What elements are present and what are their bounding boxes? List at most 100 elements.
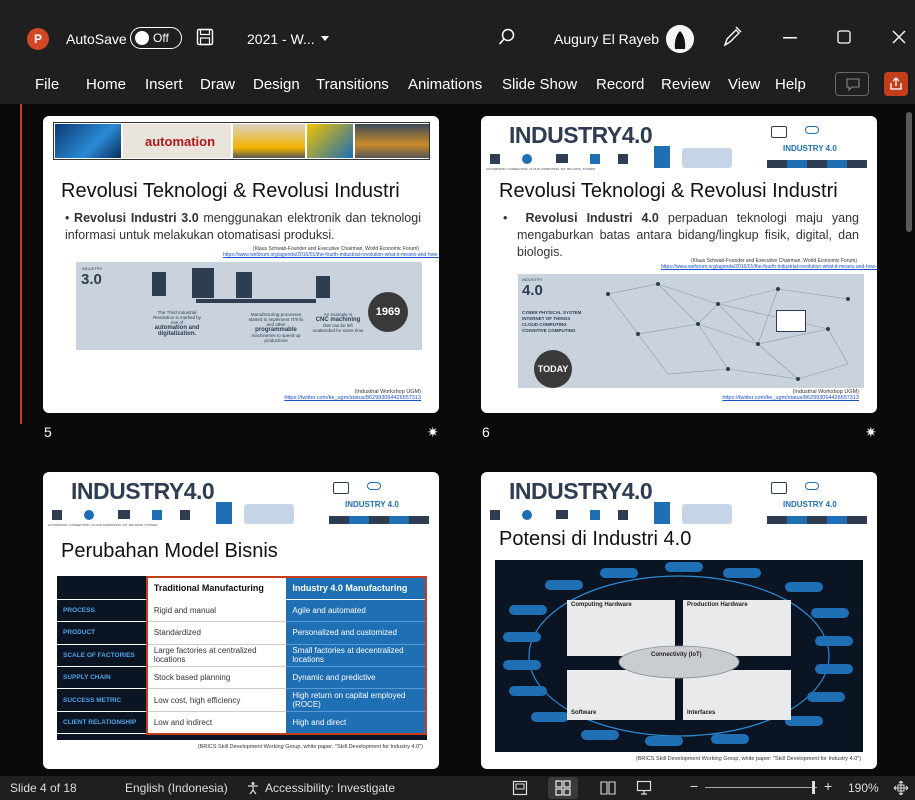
normal-view-icon[interactable] — [512, 780, 528, 796]
row-industry: Small factories at decentralized locatio… — [286, 644, 427, 668]
year-badge: 1969 — [368, 292, 408, 332]
header-spacer — [57, 577, 147, 600]
slide-thumbnail-8[interactable]: INDUSTRY4.0 INDUSTRY 4.0 Potensi di Indu… — [481, 472, 877, 769]
tab-slide-show[interactable]: Slide Show — [502, 76, 577, 93]
factory-icons-strip — [767, 516, 867, 524]
conveyor-belt — [196, 299, 316, 303]
tab-design[interactable]: Design — [253, 76, 300, 93]
table-row: CLIENT RELATIONSHIP Low and indirect Hig… — [57, 711, 427, 735]
box-software: Software — [571, 710, 597, 716]
connection-icon — [84, 510, 94, 520]
comments-button[interactable] — [835, 72, 869, 96]
chevron-down-icon[interactable] — [321, 36, 329, 42]
cloud-icon — [556, 154, 568, 163]
language-indicator[interactable]: English (Indonesia) — [125, 781, 228, 795]
tab-draw[interactable]: Draw — [200, 76, 235, 93]
term-2: INTERNET OF THINGS — [522, 316, 571, 321]
industry-4-image: INDUSTRY 4.0 CYBER PHYSICAL SYSTEM INTER… — [518, 274, 864, 388]
cloud-icon — [118, 510, 130, 519]
credit-link[interactable]: https://twitter.com/ke_ugm/status/862993… — [681, 395, 859, 401]
industry-icons-row: AUTOMATION CONNECTION CLOUD COMPUTING IO… — [48, 502, 338, 528]
search-icon[interactable] — [498, 28, 516, 46]
autosave-toggle[interactable]: Off — [130, 27, 182, 49]
document-title[interactable]: 2021 - W... — [247, 31, 315, 47]
fit-to-window-icon[interactable] — [893, 780, 909, 796]
zoom-level[interactable]: 190% — [848, 781, 879, 795]
image-version-label: 3.0 — [81, 271, 102, 288]
powerpoint-logo-icon: P — [27, 28, 49, 50]
header-image-strip: automation — [53, 122, 430, 160]
pen-icon[interactable] — [722, 26, 742, 48]
row-category: PROCESS — [57, 599, 147, 623]
tab-review[interactable]: Review — [661, 76, 710, 93]
slide-position: Slide 4 of 18 — [10, 781, 77, 795]
potential-diagram: Computing Hardware Production Hardware S… — [495, 560, 863, 752]
image-text-3: An example is CNC machining that can be … — [312, 312, 364, 333]
slide-sorter: automation Revolusi Teknologi & Revolusi… — [0, 104, 915, 776]
slide-thumbnail-6[interactable]: INDUSTRY4.0 AUTOMATION CONNECTION CLOUD … — [481, 116, 877, 413]
industry-4-label: INDUSTRY 4.0 — [783, 144, 837, 153]
user-name[interactable]: Augury El Rayeb — [554, 31, 659, 47]
bullet-bold: Revolusi Industri 3.0 — [74, 211, 199, 225]
reading-view-icon[interactable] — [600, 780, 616, 796]
image-key-terms: CYBER PHYSICAL SYSTEM INTERNET OF THINGS… — [522, 310, 581, 334]
zoom-out-icon[interactable]: − — [690, 778, 698, 794]
industry-4-badge: INDUSTRY 4.0 — [765, 122, 871, 174]
wordcloud-word: automation — [145, 134, 216, 149]
tab-animations[interactable]: Animations — [408, 76, 482, 93]
industry-icons-row — [486, 502, 776, 528]
source-link[interactable]: https://www.weforum.org/agenda/2016/01/t… — [661, 264, 877, 270]
machine-graphic — [236, 272, 252, 298]
industry-4-badge: INDUSTRY 4.0 — [327, 478, 433, 530]
scrollbar-thumb[interactable] — [906, 112, 912, 232]
comparison-table: Traditional Manufacturing Industry 4.0 M… — [57, 575, 427, 735]
close-icon[interactable] — [892, 30, 906, 44]
transition-star-icon[interactable]: ✷ — [427, 424, 439, 441]
title-bar: P AutoSave Off 2021 - W... Augury El Ray… — [0, 0, 915, 66]
avatar[interactable] — [666, 25, 694, 53]
zoom-slider-thumb[interactable] — [812, 781, 815, 794]
minimize-icon[interactable] — [783, 37, 797, 39]
tab-transitions[interactable]: Transitions — [316, 76, 389, 93]
automation-icon — [490, 154, 500, 164]
image-text-2a: Manufacturing processes started to imple… — [248, 312, 304, 327]
share-button[interactable] — [884, 72, 908, 96]
slide-thumbnail-7[interactable]: INDUSTRY4.0 AUTOMATION CONNECTION CLOUD … — [43, 472, 439, 769]
tab-view[interactable]: View — [728, 76, 760, 93]
row-traditional: Low cost, high efficiency — [145, 688, 287, 712]
factory-icons-strip — [329, 516, 429, 524]
automation-icon — [490, 510, 500, 520]
box-computing-hardware: Computing Hardware — [571, 602, 632, 608]
tab-home[interactable]: Home — [86, 76, 126, 93]
maximize-icon[interactable] — [837, 30, 851, 44]
iot-icon — [590, 510, 600, 520]
tab-record[interactable]: Record — [596, 76, 644, 93]
tab-insert[interactable]: Insert — [145, 76, 183, 93]
slide-sorter-view-button[interactable] — [548, 777, 578, 799]
vertical-scrollbar[interactable] — [906, 104, 912, 776]
toggle-knob — [135, 31, 149, 45]
autosave-state: Off — [153, 31, 169, 45]
industry-header-banner: INDUSTRY4.0 AUTOMATION CONNECTION CLOUD … — [481, 116, 877, 180]
row-category: CLIENT RELATIONSHIP — [57, 711, 147, 735]
zoom-in-icon[interactable]: + — [824, 778, 832, 794]
source-citation: (Klaus Schwab-Founder and Executive Chai… — [223, 246, 439, 258]
tab-help[interactable]: Help — [775, 76, 806, 93]
row-traditional: Large factories at centralized locations — [145, 644, 287, 668]
accessibility-status[interactable]: Accessibility: Investigate — [265, 781, 395, 795]
row-industry: Agile and automated — [286, 599, 427, 623]
source-link[interactable]: https://www.weforum.org/agenda/2016/01/t… — [223, 252, 439, 258]
credit-link[interactable]: https://twitter.com/ke_ugm/status/862993… — [243, 395, 421, 401]
connectivity-label: Connectivity (IoT) — [651, 652, 702, 658]
status-bar: Slide 4 of 18 English (Indonesia) Access… — [0, 776, 915, 800]
cloud-icon — [367, 482, 381, 490]
transition-star-icon[interactable]: ✷ — [865, 424, 877, 441]
tab-file[interactable]: File — [35, 76, 59, 93]
image-credit: (Industrial Workshop UGM) https://twitte… — [681, 389, 859, 401]
accessibility-icon[interactable] — [246, 781, 260, 795]
slide-show-icon[interactable] — [636, 780, 652, 796]
iot-icon — [590, 154, 600, 164]
save-icon[interactable] — [196, 28, 214, 46]
slide-thumbnail-5[interactable]: automation Revolusi Teknologi & Revolusi… — [43, 116, 439, 413]
zoom-slider-track[interactable] — [705, 787, 817, 788]
